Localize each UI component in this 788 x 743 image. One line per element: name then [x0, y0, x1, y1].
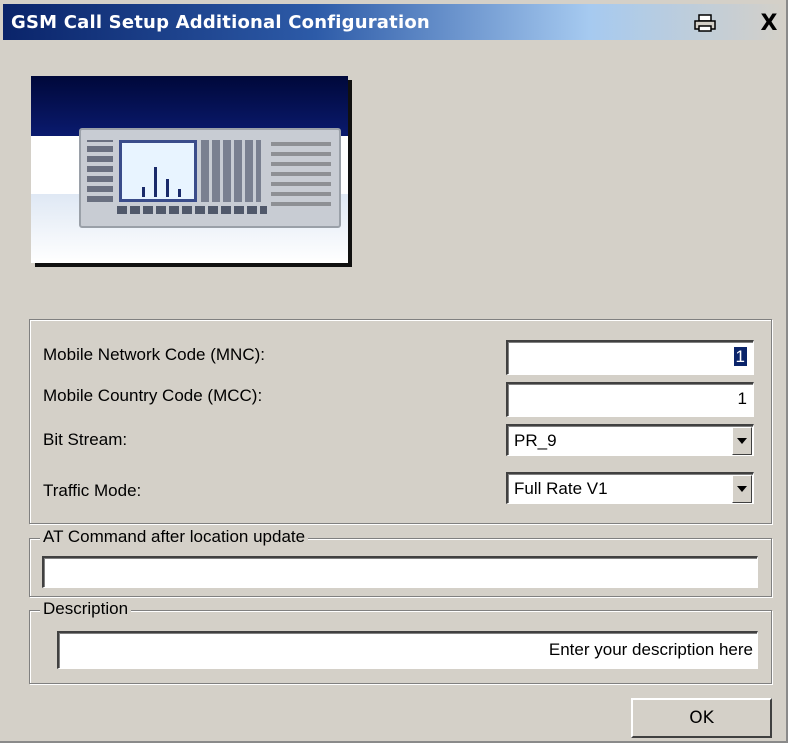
- window-title: GSM Call Setup Additional Configuration: [11, 12, 430, 33]
- at-command-legend: AT Command after location update: [40, 527, 309, 547]
- chevron-down-icon[interactable]: [732, 475, 752, 503]
- at-command-input[interactable]: [42, 556, 758, 588]
- bitstream-select[interactable]: PR_9: [506, 424, 754, 456]
- description-legend: Description: [40, 599, 132, 619]
- mnc-field[interactable]: 1: [506, 340, 754, 375]
- description-group: Description Enter your description here: [29, 599, 772, 684]
- settings-group: Mobile Network Code (MNC): 1 Mobile Coun…: [29, 319, 772, 524]
- close-button[interactable]: X: [757, 11, 781, 36]
- dialog-window: GSM Call Setup Additional Configuration …: [0, 0, 788, 743]
- at-command-group: AT Command after location update: [29, 527, 772, 597]
- mnc-label: Mobile Network Code (MNC):: [43, 345, 265, 364]
- title-bar[interactable]: GSM Call Setup Additional Configuration …: [3, 4, 785, 40]
- bitstream-value: PR_9: [514, 431, 557, 450]
- ok-button[interactable]: OK: [631, 698, 772, 738]
- instrument-photo: [31, 76, 348, 263]
- traffic-label: Traffic Mode:: [43, 481, 142, 500]
- chevron-down-icon[interactable]: [732, 427, 752, 455]
- print-icon[interactable]: [693, 12, 717, 34]
- description-input[interactable]: Enter your description here: [57, 631, 758, 669]
- mcc-label: Mobile Country Code (MCC):: [43, 386, 263, 405]
- bitstream-label: Bit Stream:: [43, 430, 128, 449]
- traffic-select[interactable]: Full Rate V1: [506, 472, 754, 504]
- traffic-value: Full Rate V1: [514, 479, 608, 498]
- mcc-field[interactable]: 1: [506, 382, 754, 417]
- instrument-device: [79, 128, 341, 228]
- instrument-screen: [119, 140, 197, 202]
